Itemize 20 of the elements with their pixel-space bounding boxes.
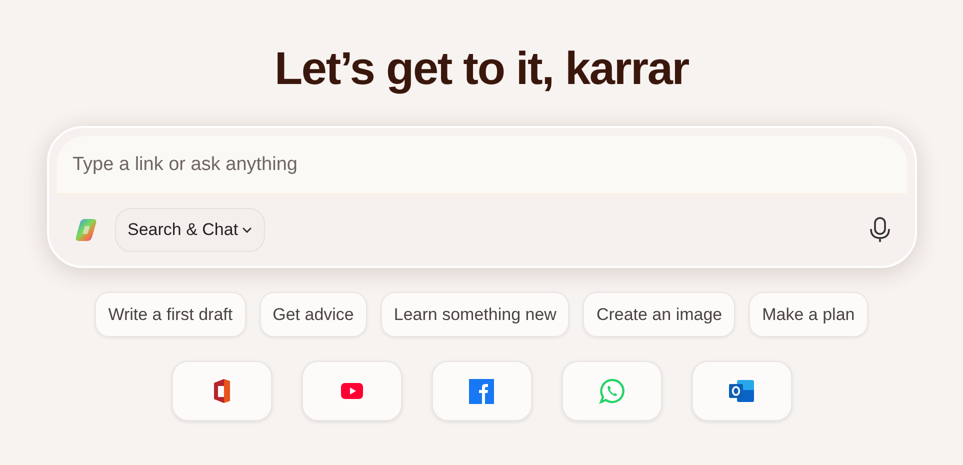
- prompt-suggestion-chip[interactable]: Learn something new: [380, 292, 570, 337]
- prompt-suggestion-chip[interactable]: Make a plan: [749, 292, 868, 337]
- shortcut-tile[interactable]: [562, 361, 662, 421]
- prompt-suggestion-chip[interactable]: Get advice: [260, 292, 367, 337]
- prompt-suggestion-chip[interactable]: Write a first draft: [95, 292, 246, 337]
- shortcut-tile[interactable]: [172, 361, 272, 421]
- prompt-input-field[interactable]: Type a link or ask anything: [56, 136, 906, 194]
- play-logo-icon: [340, 383, 362, 399]
- shortcut-tile[interactable]: [432, 361, 532, 421]
- shortcut-tile[interactable]: [302, 361, 402, 421]
- greeting-heading: Let’s get to it, karrar: [274, 41, 689, 96]
- facebook-logo-icon: [469, 378, 494, 404]
- prompt-suggestion-chip[interactable]: Create an image: [583, 292, 736, 337]
- office-logo-icon: [212, 379, 232, 403]
- mail-logo-icon: [728, 379, 754, 403]
- chevron-down-icon: [242, 227, 252, 233]
- mode-dropdown-button[interactable]: Search & Chat: [114, 208, 266, 252]
- chat-phone-logo-icon: [598, 378, 624, 404]
- shortcut-tile[interactable]: [692, 361, 792, 421]
- microphone-icon[interactable]: [868, 217, 890, 243]
